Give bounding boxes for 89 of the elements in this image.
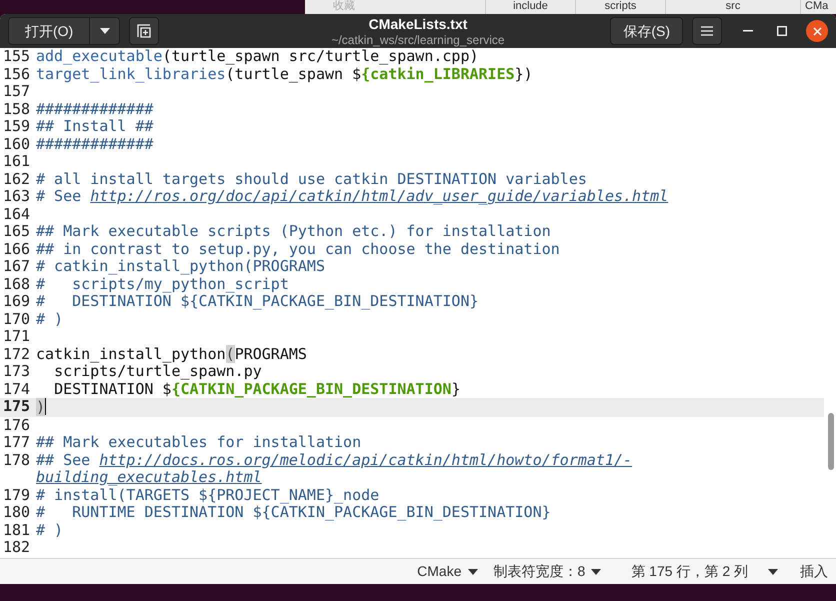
- minimize-icon: [743, 30, 753, 32]
- line-number: 162: [2, 170, 32, 188]
- open-button[interactable]: 打开(O): [8, 17, 90, 45]
- maximize-icon: [777, 26, 787, 36]
- code-text: # catkin_install_python(PROGRAMS: [36, 257, 325, 275]
- code-text: # scripts/my_python_script: [36, 274, 289, 292]
- caret-icon: [591, 568, 602, 574]
- code-text: ## See: [36, 450, 92, 468]
- code-text: ): [36, 398, 46, 416]
- line-number: 155: [2, 48, 32, 66]
- code-text: # ): [36, 310, 64, 328]
- open-menu-button[interactable]: [90, 17, 120, 45]
- line-number: 171: [2, 328, 32, 346]
- line-number: 173: [2, 363, 32, 380]
- scrollbar-thumb: [828, 413, 834, 470]
- line-number: 168: [2, 276, 32, 293]
- tab-label: scripts: [604, 0, 636, 14]
- tab-width-selector[interactable]: 制表符宽度：8: [494, 561, 602, 582]
- line-number: 167: [2, 258, 32, 276]
- line-number: 181: [2, 522, 32, 539]
- line-number: 175: [2, 398, 32, 416]
- line-number: 164: [2, 206, 32, 223]
- tab-label: 收藏: [333, 0, 355, 14]
- window-title: CMakeLists.txt: [368, 16, 468, 32]
- code-text: # See: [36, 187, 82, 205]
- line-number: 157: [2, 83, 32, 100]
- code-text: scripts/turtle_spawn.py: [54, 362, 262, 380]
- save-button[interactable]: 保存(S): [610, 17, 683, 45]
- line-number: 176: [2, 416, 32, 434]
- text-cursor: [45, 398, 46, 415]
- line-number: 156: [2, 66, 32, 83]
- line-number: 161: [2, 153, 32, 170]
- code-text: PROGRAMS: [234, 344, 307, 362]
- new-tab-button[interactable]: [129, 17, 160, 45]
- line-number: 177: [2, 434, 32, 452]
- code-text: # all install targets should use catkin DESTINATION variables: [36, 170, 587, 188]
- code-text: # RUNTIME DESTINATION ${CATKIN_PACKAGE_BIN_DESTINATION}: [36, 503, 551, 521]
- line-number: 169: [2, 293, 32, 310]
- code-text: {CATKIN_PACKAGE_BIN_DESTINATION: [171, 380, 452, 398]
- caret-icon: [100, 28, 110, 34]
- code-text: #############: [36, 134, 154, 152]
- line-number: 180: [2, 504, 32, 522]
- link[interactable]: http://docs.ros.org/melodic/api/catkin/html/howto/format1/-: [99, 450, 632, 468]
- caret-icon: [768, 568, 778, 574]
- tab-label: CMa: [805, 0, 828, 14]
- close-button[interactable]: [806, 20, 828, 42]
- code-text: ## Mark executable scripts (Python etc.) for installation: [36, 222, 551, 240]
- code-text: }: [451, 380, 460, 398]
- code-text: (: [226, 344, 235, 362]
- line-number: 165: [2, 223, 32, 240]
- code-text: catkin_install_python: [36, 344, 226, 362]
- menu-button[interactable]: [692, 17, 722, 45]
- line-number: 179: [2, 486, 32, 504]
- line-number: 158: [2, 100, 32, 118]
- code-text: }): [514, 64, 533, 82]
- line-number: 174: [2, 380, 32, 398]
- line-number: 159: [2, 118, 32, 136]
- line-number: 178: [2, 452, 32, 470]
- code-text: ## Install ##: [36, 117, 154, 135]
- code-text: {catkin_LIBRARIES: [361, 64, 515, 82]
- code-text: add_executable: [36, 48, 162, 65]
- tab-label: src: [726, 0, 740, 14]
- code-text: # ): [36, 520, 64, 538]
- code-text: # DESTINATION ${CATKIN_PACKAGE_BIN_DESTINATION}: [36, 292, 479, 310]
- line-number: 172: [2, 346, 32, 363]
- menu-icon: [701, 26, 713, 36]
- caret-icon: [468, 568, 478, 574]
- code-text: (turtle_spawn $: [226, 64, 362, 82]
- close-icon: [812, 26, 822, 36]
- insert-mode: 插入: [800, 562, 828, 581]
- line-number: 160: [2, 136, 32, 153]
- cursor-position-selector[interactable]: 第 175 行，第 2 列: [631, 561, 778, 582]
- new-tab-icon: [137, 24, 152, 38]
- code-text: DESTINATION $: [53, 380, 172, 398]
- code-text: #############: [36, 100, 154, 118]
- line-number: 182: [2, 539, 32, 556]
- language-selector[interactable]: CMake: [417, 561, 478, 582]
- code-text: # install(TARGETS ${PROJECT_NAME}_node: [36, 486, 380, 504]
- tab-label: include: [513, 0, 548, 14]
- code-text: target_link_libraries: [36, 64, 226, 82]
- line-number: 163: [2, 188, 32, 206]
- code-text: ## in contrast to setup.py, you can choose the destination: [36, 240, 560, 258]
- link[interactable]: http://ros.org/doc/api/catkin/html/adv_user_guide/variables.html: [90, 187, 668, 205]
- line-number: 166: [2, 240, 32, 258]
- line-number: 170: [2, 310, 32, 328]
- code-text: ## Mark executables for installation: [36, 433, 362, 451]
- file-path: ~/catkin_ws/src/learning_service: [331, 32, 505, 46]
- code-text: (turtle_spawn src/turtle_spawn.cpp): [162, 48, 479, 65]
- link[interactable]: building_executables.html: [36, 468, 262, 486]
